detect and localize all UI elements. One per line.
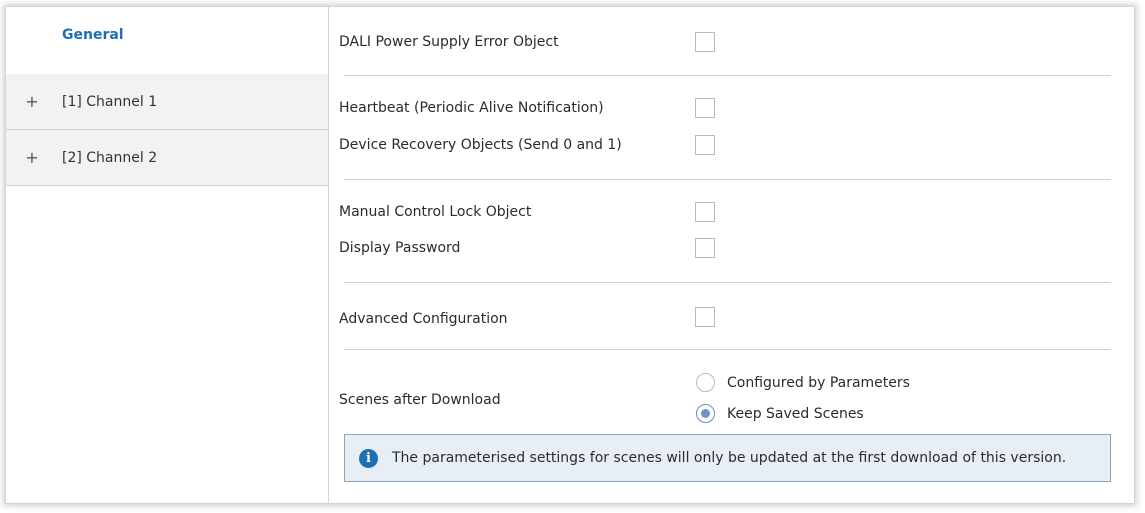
scenes-label: Scenes after Download bbox=[339, 392, 501, 408]
display-password-checkbox[interactable] bbox=[695, 238, 715, 258]
heartbeat-checkbox[interactable] bbox=[695, 98, 715, 118]
advanced-config-label: Advanced Configuration bbox=[339, 311, 508, 327]
general-parameters-panel: DALI Power Supply Error Object Heartbeat… bbox=[329, 7, 1134, 503]
radio-button[interactable] bbox=[696, 373, 715, 392]
radio-keep-saved-scenes[interactable]: Keep Saved Scenes bbox=[696, 404, 864, 423]
expand-icon[interactable]: + bbox=[24, 148, 40, 167]
sidebar-item-label: General bbox=[62, 27, 124, 43]
sidebar-item-channel-1[interactable]: + [1] Channel 1 bbox=[6, 74, 328, 130]
radio-button[interactable] bbox=[696, 404, 715, 423]
sidebar-item-general[interactable]: General bbox=[6, 7, 328, 63]
manual-lock-label: Manual Control Lock Object bbox=[339, 204, 532, 220]
divider bbox=[344, 75, 1111, 76]
divider bbox=[344, 179, 1111, 180]
display-password-label: Display Password bbox=[339, 240, 461, 256]
divider bbox=[344, 282, 1111, 283]
dali-power-error-checkbox[interactable] bbox=[695, 32, 715, 52]
info-banner: i The parameterised settings for scenes … bbox=[344, 434, 1111, 482]
advanced-config-checkbox[interactable] bbox=[695, 307, 715, 327]
manual-lock-checkbox[interactable] bbox=[695, 202, 715, 222]
dali-power-error-label: DALI Power Supply Error Object bbox=[339, 34, 559, 50]
sidebar-item-label: [1] Channel 1 bbox=[62, 93, 158, 110]
expand-icon[interactable]: + bbox=[24, 92, 40, 111]
sidebar: General + [1] Channel 1 + [2] Channel 2 bbox=[6, 7, 329, 503]
heartbeat-label: Heartbeat (Periodic Alive Notification) bbox=[339, 100, 604, 116]
sidebar-item-label: [2] Channel 2 bbox=[62, 149, 158, 166]
device-recovery-label: Device Recovery Objects (Send 0 and 1) bbox=[339, 137, 622, 153]
info-icon: i bbox=[359, 448, 378, 468]
settings-window: General + [1] Channel 1 + [2] Channel 2 … bbox=[5, 6, 1135, 504]
radio-label: Configured by Parameters bbox=[727, 374, 910, 391]
divider bbox=[344, 349, 1111, 350]
radio-configured-by-parameters[interactable]: Configured by Parameters bbox=[696, 373, 910, 392]
sidebar-item-channel-2[interactable]: + [2] Channel 2 bbox=[6, 130, 328, 186]
device-recovery-checkbox[interactable] bbox=[695, 135, 715, 155]
radio-label: Keep Saved Scenes bbox=[727, 405, 864, 422]
info-text: The parameterised settings for scenes wi… bbox=[392, 450, 1067, 466]
